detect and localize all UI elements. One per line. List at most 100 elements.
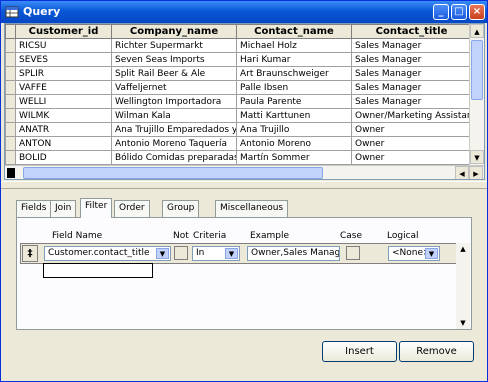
tab-group-by[interactable]: Group By — [162, 200, 200, 228]
table-cell[interactable]: Owner — [351, 122, 472, 137]
table-cell[interactable]: Ana Trujillo Emparedados y helados — [111, 122, 237, 137]
table-cell[interactable]: Martín Sommer — [236, 150, 352, 165]
scroll-up-icon[interactable]: ▲ — [470, 24, 484, 38]
table-row[interactable]: RICSU Richter Supermarkt Michael Holz Sales… — [5, 38, 472, 53]
table-cell[interactable]: Sales Manager — [351, 66, 472, 81]
minimize-button[interactable]: _ — [433, 4, 449, 20]
filter-vertical-scrollbar[interactable]: ▲ ▼ — [456, 243, 470, 329]
table-cell[interactable]: Antonio Moreno — [236, 136, 352, 151]
table-cell[interactable]: Sales Manager — [351, 80, 472, 95]
criteria-value: In — [196, 248, 205, 258]
not-checkbox[interactable] — [174, 246, 188, 260]
table-cell[interactable]: Matti Karttunen — [236, 108, 352, 123]
table-cell[interactable]: Ana Trujillo — [236, 122, 352, 137]
remove-button[interactable]: Remove — [399, 341, 474, 362]
table-row[interactable]: SEVES Seven Seas Imports Hari Kumar Sales M… — [5, 52, 472, 67]
chevron-down-icon[interactable]: ▼ — [156, 248, 169, 259]
header-case: Case — [340, 231, 363, 241]
column-header[interactable]: Customer_id — [15, 24, 112, 39]
table-cell[interactable]: Seven Seas Imports — [111, 52, 237, 67]
scroll-up-icon[interactable]: ▲ — [456, 243, 470, 255]
table-row[interactable]: ANATRAna Trujillo Emparedados y heladosA… — [5, 122, 472, 137]
table-cell[interactable]: Vaffeljernet — [111, 80, 237, 95]
row-selector[interactable] — [5, 52, 16, 67]
table-cell[interactable]: Sales Manager — [351, 38, 472, 53]
table-cell[interactable]: Owner — [351, 150, 472, 165]
header-not: Not — [173, 231, 189, 241]
grid-vertical-scrollbar[interactable]: ▲ ▼ — [469, 24, 484, 165]
example-input[interactable]: Owner,Sales Manag — [247, 246, 340, 261]
table-row[interactable]: BOLID Bólido Comidas preparadas Martín Som… — [5, 150, 472, 165]
table-row[interactable]: ANTON Antonio Moreno Taquería Antonio More… — [5, 136, 472, 151]
table-cell[interactable]: WELLI — [15, 94, 112, 109]
table-cell[interactable]: Palle Ibsen — [236, 80, 352, 95]
results-grid[interactable]: Customer_id Company_name Contact_name Co… — [4, 23, 485, 180]
grid-horizontal-scrollbar[interactable]: ◀ ▶ — [5, 165, 484, 179]
row-selector[interactable] — [5, 94, 16, 109]
tab-order-by[interactable]: Order By — [114, 200, 150, 228]
column-header[interactable]: Contact_title — [351, 24, 472, 39]
row-selector[interactable] — [5, 80, 16, 95]
table-cell[interactable]: Wilman Kala — [111, 108, 237, 123]
new-filter-row-input[interactable] — [43, 263, 153, 278]
table-row[interactable]: SPLIR Split Rail Beer & Ale Art Braunschwe… — [5, 66, 472, 81]
table-cell[interactable]: Richter Supermarkt — [111, 38, 237, 53]
close-button[interactable]: × — [469, 4, 485, 20]
table-cell[interactable]: Paula Parente — [236, 94, 352, 109]
row-selector[interactable] — [5, 38, 16, 53]
logical-select[interactable]: <None> ▼ — [388, 246, 440, 261]
filter-panel: Field Name Not Criteria Example Case Log… — [16, 217, 472, 330]
table-cell[interactable]: Hari Kumar — [236, 52, 352, 67]
row-selector[interactable] — [5, 108, 16, 123]
title-bar[interactable]: Query _ □ × — [1, 1, 487, 23]
maximize-button[interactable]: □ — [451, 4, 467, 20]
results-table: Customer_id Company_name Contact_name Co… — [5, 24, 472, 165]
row-selector[interactable] — [5, 136, 16, 151]
scroll-left-icon[interactable]: ◀ — [455, 166, 469, 179]
table-cell[interactable]: Bólido Comidas preparadas — [111, 150, 237, 165]
insert-button[interactable]: Insert — [322, 341, 397, 362]
table-row[interactable]: VAFFE Vaffeljernet Palle Ibsen Sales Manage… — [5, 80, 472, 95]
table-cell[interactable]: Sales Manager — [351, 52, 472, 67]
case-checkbox[interactable] — [346, 246, 360, 260]
table-cell[interactable]: ANATR — [15, 122, 112, 137]
tab-filter[interactable]: Filter — [80, 198, 113, 218]
table-cell[interactable]: Art Braunschweiger — [236, 66, 352, 81]
chevron-down-icon[interactable]: ▼ — [225, 248, 238, 259]
table-cell[interactable]: RICSU — [15, 38, 112, 53]
table-cell[interactable]: SEVES — [15, 52, 112, 67]
header-logical: Logical — [387, 231, 419, 241]
tab-miscellaneous[interactable]: Miscellaneous — [215, 200, 289, 217]
tab-fields[interactable]: Fields — [16, 200, 52, 217]
column-header[interactable]: Contact_name — [236, 24, 352, 39]
vertical-scroll-thumb[interactable] — [471, 40, 483, 100]
table-cell[interactable]: Michael Holz — [236, 38, 352, 53]
tab-join[interactable]: Join — [50, 200, 77, 217]
chevron-down-icon[interactable]: ▼ — [425, 248, 438, 259]
scroll-right-icon[interactable]: ▶ — [469, 166, 483, 179]
horizontal-scroll-thumb[interactable] — [23, 167, 323, 179]
table-cell[interactable]: WILMK — [15, 108, 112, 123]
row-selector-icon[interactable]: ‡ — [22, 245, 38, 262]
field-name-select[interactable]: Customer.contact_title ▼ — [44, 246, 171, 261]
table-cell[interactable]: Sales Manager — [351, 94, 472, 109]
table-cell[interactable]: ANTON — [15, 136, 112, 151]
table-cell[interactable]: VAFFE — [15, 80, 112, 95]
table-row[interactable]: WELLI Wellington Importadora Paula Parente… — [5, 94, 472, 109]
table-row[interactable]: WILMK Wilman Kala Matti Karttunen Owner/Mar… — [5, 108, 472, 123]
scroll-down-icon[interactable]: ▼ — [470, 150, 484, 164]
row-selector[interactable] — [5, 122, 16, 137]
criteria-select[interactable]: In ▼ — [192, 246, 240, 261]
table-cell[interactable]: BOLID — [15, 150, 112, 165]
table-cell[interactable]: SPLIR — [15, 66, 112, 81]
table-cell[interactable]: Antonio Moreno Taquería — [111, 136, 237, 151]
row-selector[interactable] — [5, 66, 16, 81]
column-header[interactable]: Company_name — [111, 24, 237, 39]
table-cell[interactable]: Owner — [351, 136, 472, 151]
table-cell[interactable]: Owner/Marketing Assistant — [351, 108, 472, 123]
pane-splitter[interactable] — [1, 181, 487, 189]
row-selector[interactable] — [5, 150, 16, 165]
table-cell[interactable]: Wellington Importadora — [111, 94, 237, 109]
scroll-down-icon[interactable]: ▼ — [456, 317, 470, 329]
table-cell[interactable]: Split Rail Beer & Ale — [111, 66, 237, 81]
